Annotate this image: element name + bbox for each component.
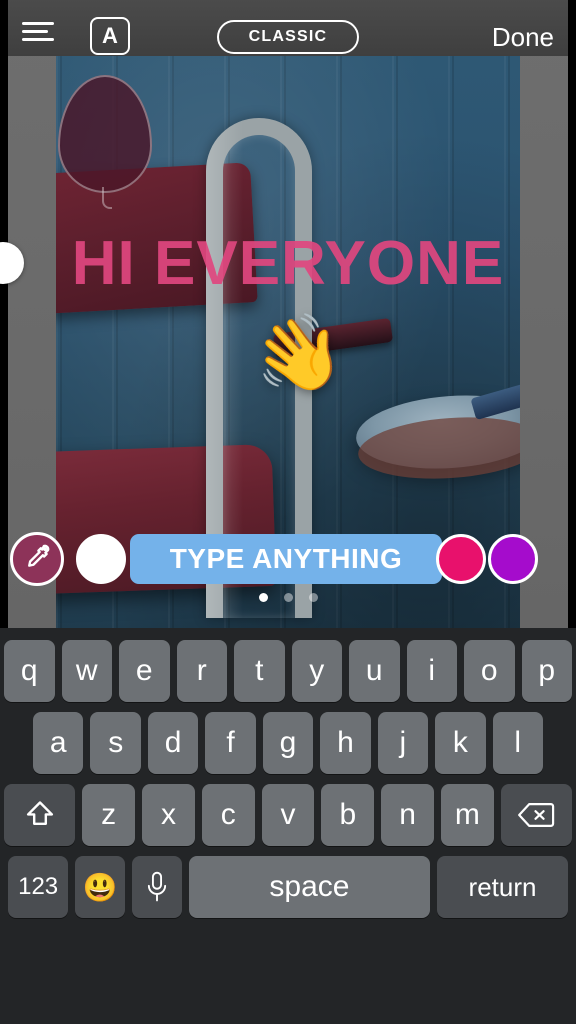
color-control-row: TYPE ANYTHING (0, 532, 576, 586)
align-line-1 (22, 22, 54, 25)
page-dot-1[interactable] (258, 593, 268, 602)
backspace-icon (517, 800, 555, 830)
key-s[interactable]: s (90, 712, 141, 774)
emoji-icon: 😃 (82, 871, 118, 903)
key-b[interactable]: b (321, 784, 375, 846)
key-j[interactable]: j (377, 712, 429, 774)
space-key[interactable]: space (188, 856, 430, 918)
text-input-placeholder: TYPE ANYTHING (169, 543, 403, 574)
key-r[interactable]: r (176, 640, 227, 702)
key-w[interactable]: w (61, 640, 112, 702)
keyboard-row-1: q w e r t y u i o p (0, 634, 576, 702)
key-o[interactable]: o (464, 640, 515, 702)
align-line-2 (22, 30, 48, 33)
balloon-sticker[interactable] (58, 75, 152, 209)
key-v[interactable]: v (261, 784, 315, 846)
key-h[interactable]: h (320, 712, 371, 774)
text-align-icon[interactable] (22, 22, 54, 44)
key-k[interactable]: k (435, 712, 486, 774)
shift-icon (23, 798, 57, 832)
story-editor-screen: 👋 HI EVERYONE TYPE ANYTHING A CLASSIC Do… (0, 0, 576, 1024)
text-input-field[interactable]: TYPE ANYTHING (130, 534, 442, 584)
font-style-label: CLASSIC (248, 28, 328, 45)
page-dot-2[interactable] (283, 593, 293, 602)
key-e[interactable]: e (119, 640, 170, 702)
key-u[interactable]: u (349, 640, 400, 702)
key-a[interactable]: a (33, 712, 84, 774)
key-d[interactable]: d (147, 712, 199, 774)
dictation-key[interactable] (132, 856, 182, 918)
color-page-indicator[interactable] (0, 593, 576, 602)
shift-key[interactable] (4, 784, 76, 846)
key-f[interactable]: f (205, 712, 256, 774)
eyedropper-icon (22, 542, 52, 577)
numbers-key[interactable]: 123 (8, 856, 69, 918)
key-n[interactable]: n (381, 784, 434, 846)
key-g[interactable]: g (262, 712, 314, 774)
editor-top-bar: A CLASSIC Done (0, 0, 576, 56)
text-highlight-label: A (102, 23, 118, 48)
key-q[interactable]: q (4, 640, 55, 702)
balloon-string (102, 187, 112, 209)
color-swatch-purple[interactable] (488, 534, 538, 584)
color-swatch-white[interactable] (76, 534, 126, 584)
key-z[interactable]: z (82, 784, 136, 846)
keyboard-row-2: a s d f g h j k l (0, 712, 576, 774)
align-line-3 (22, 38, 54, 41)
key-i[interactable]: i (406, 640, 457, 702)
key-x[interactable]: x (142, 784, 195, 846)
text-highlight-button[interactable]: A (90, 17, 130, 55)
key-p[interactable]: p (521, 640, 572, 702)
page-dot-3[interactable] (308, 593, 318, 602)
eyedropper-button[interactable] (10, 532, 64, 586)
backspace-key[interactable] (500, 784, 572, 846)
key-c[interactable]: c (201, 784, 255, 846)
return-key[interactable]: return (436, 856, 569, 918)
on-screen-keyboard[interactable]: q w e r t y u i o p a s d f g h j k l z … (0, 628, 576, 1024)
photo-canvas[interactable]: 👋 HI EVERYONE TYPE ANYTHING (0, 0, 576, 628)
waving-hand-sticker[interactable]: 👋 (244, 304, 351, 404)
keyboard-row-4: 123 😃 space return (0, 856, 576, 918)
key-y[interactable]: y (291, 640, 342, 702)
headline-text[interactable]: HI EVERYONE (0, 228, 576, 299)
emoji-key[interactable]: 😃 (75, 856, 126, 918)
key-l[interactable]: l (492, 712, 543, 774)
font-style-button[interactable]: CLASSIC (217, 20, 359, 54)
key-t[interactable]: t (234, 640, 285, 702)
microphone-icon (144, 871, 170, 903)
done-button[interactable]: Done (492, 22, 554, 53)
balloon-body (58, 75, 152, 193)
key-m[interactable]: m (440, 784, 494, 846)
keyboard-row-3: z x c v b n m (0, 784, 576, 846)
color-swatch-pink[interactable] (436, 534, 486, 584)
